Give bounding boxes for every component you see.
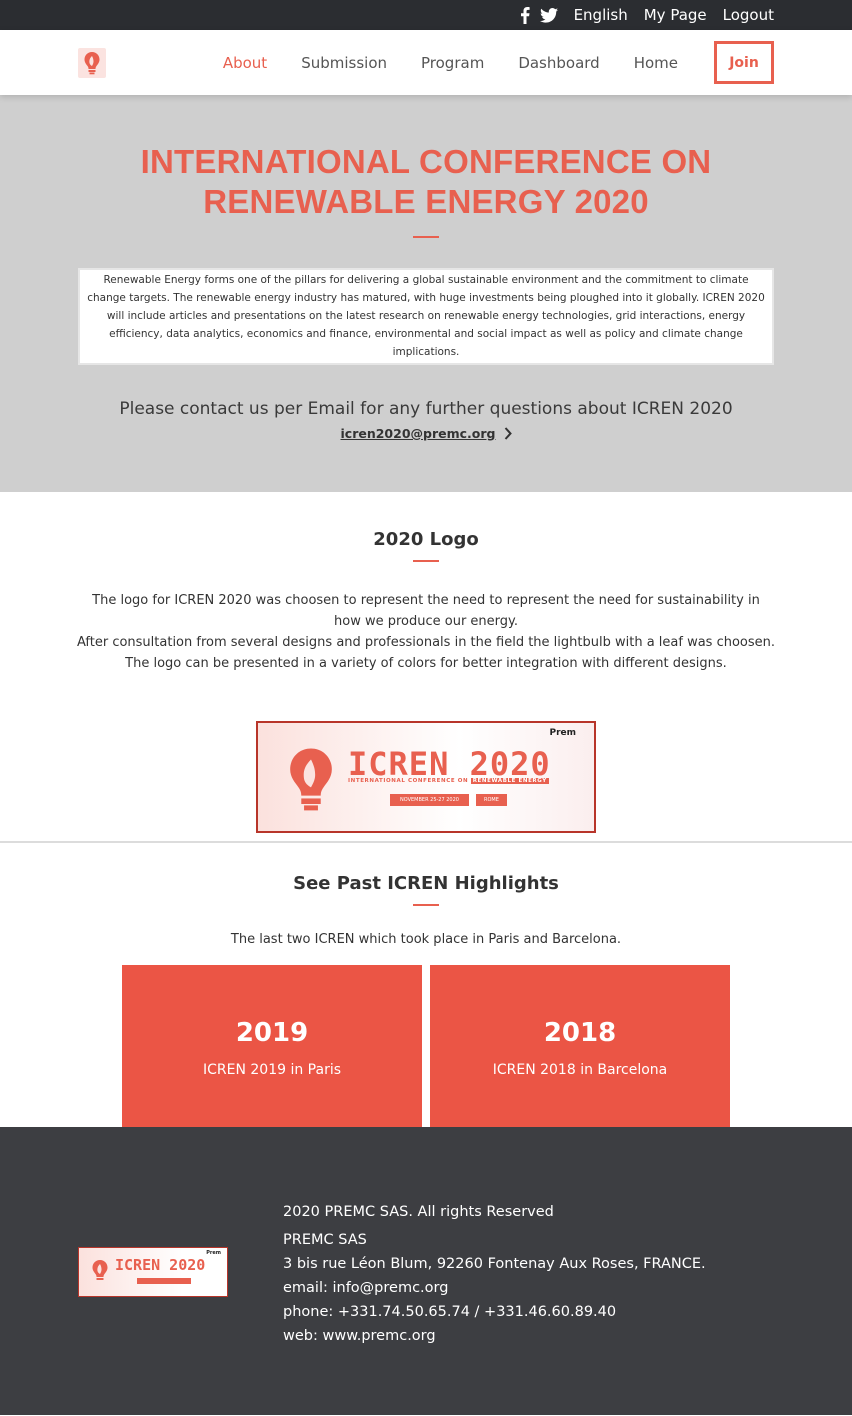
footer-company: PREMC SAS: [283, 1232, 367, 1248]
logo-para-3: The logo can be presented in a variety o…: [125, 656, 727, 671]
banner-date: NOVEMBER 25-27 2020: [390, 794, 469, 806]
hero-divider: [413, 236, 439, 238]
footer-email[interactable]: email: info@premc.org: [283, 1276, 706, 1300]
logout-link[interactable]: Logout: [723, 6, 774, 24]
contact-text: Please contact us per Email for any furt…: [119, 399, 733, 419]
past-divider: [413, 904, 439, 906]
card-text: ICREN 2018 in Barcelona: [492, 1061, 668, 1078]
logo-bulb-icon: [84, 51, 100, 74]
card-text: ICREN 2019 in Paris: [202, 1061, 342, 1078]
footer-web[interactable]: web: www.premc.org: [283, 1324, 706, 1348]
logo-para-2: After consultation from several designs …: [76, 635, 776, 650]
banner-brand: Prem: [549, 728, 576, 738]
banner-subtitle-b: RENEWABLE ENERGY: [470, 778, 549, 784]
logo-section: 2020 Logo The logo for ICREN 2020 was ch…: [0, 492, 852, 843]
footer-phone: phone: +331.74.50.65.74 / +331.46.60.89.…: [283, 1304, 617, 1320]
my-page-link[interactable]: My Page: [644, 6, 707, 24]
card-year: 2018: [543, 1017, 617, 1048]
footer-address: 3 bis rue Léon Blum, 92260 Fontenay Aux …: [283, 1256, 706, 1272]
past-subtitle: The last two ICREN which took place in P…: [230, 932, 622, 947]
past-highlights-section: See Past ICREN Highlights The last two I…: [0, 843, 852, 1130]
hero-title: INTERNATIONAL CONFERENCE ON RENEWABLE EN…: [0, 142, 852, 222]
card-2019[interactable]: 2019 ICREN 2019 in Paris: [122, 965, 422, 1130]
logo-description: The logo for ICREN 2020 was choosen to r…: [0, 590, 852, 674]
footer-banner-title: ICREN 2020: [115, 1256, 206, 1274]
facebook-icon[interactable]: [520, 6, 530, 24]
nav-links: About Submission Program Dashboard Home …: [189, 41, 774, 84]
twitter-icon[interactable]: [539, 7, 558, 23]
past-heading: See Past ICREN Highlights: [293, 873, 559, 894]
banner-subtitle: INTERNATIONAL CONFERENCE ON RENEWABLE EN…: [348, 778, 549, 784]
main-nav: About Submission Program Dashboard Home …: [0, 30, 852, 95]
card-2018[interactable]: 2018 ICREN 2018 in Barcelona: [430, 965, 730, 1130]
logo-divider: [413, 560, 439, 562]
social-links: [520, 6, 558, 24]
icren-logo-banner: ICREN 2020 INTERNATIONAL CONFERENCE ON R…: [256, 721, 596, 833]
logo-heading: 2020 Logo: [373, 529, 479, 550]
nav-program[interactable]: Program: [421, 54, 484, 72]
nav-dashboard[interactable]: Dashboard: [518, 54, 599, 72]
language-selector[interactable]: English: [574, 6, 628, 24]
banner-subtitle-a: INTERNATIONAL CONFERENCE ON: [348, 778, 469, 784]
top-bar: English My Page Logout: [0, 0, 852, 30]
hero-description: Renewable Energy forms one of the pillar…: [78, 268, 774, 365]
footer-copyright: 2020 PREMC SAS. All rights Reserved: [283, 1204, 554, 1220]
hero-title-line1: INTERNATIONAL CONFERENCE ON: [140, 143, 712, 180]
footer-banner-bar: [137, 1278, 191, 1284]
nav-about[interactable]: About: [223, 54, 267, 72]
footer-info: 2020 PREMC SAS. All rights Reserved PREM…: [283, 1200, 706, 1348]
nav-home[interactable]: Home: [634, 54, 678, 72]
hero-section: INTERNATIONAL CONFERENCE ON RENEWABLE EN…: [0, 95, 852, 492]
footer-logo-banner: ICREN 2020 Prem: [78, 1247, 228, 1297]
join-button[interactable]: Join: [714, 41, 774, 84]
footer-banner-brand: Prem: [206, 1250, 221, 1256]
logo-para-1: The logo for ICREN 2020 was choosen to r…: [92, 593, 760, 629]
contact-email-link[interactable]: icren2020@premc.org: [341, 426, 512, 441]
site-logo[interactable]: [78, 47, 106, 78]
footer: ICREN 2020 Prem 2020 PREMC SAS. All righ…: [0, 1127, 852, 1415]
hero-title-line2: RENEWABLE ENERGY 2020: [203, 183, 649, 220]
footer-bulb-icon: [92, 1260, 108, 1280]
banner-bulb-icon: [290, 748, 332, 811]
banner-city: ROME: [476, 794, 507, 806]
card-year: 2019: [235, 1017, 309, 1048]
chevron-right-icon: [504, 427, 512, 440]
contact-email[interactable]: icren2020@premc.org: [341, 426, 496, 441]
past-cards: 2019 ICREN 2019 in Paris 2018 ICREN 2018…: [0, 965, 852, 1130]
nav-submission[interactable]: Submission: [301, 54, 387, 72]
